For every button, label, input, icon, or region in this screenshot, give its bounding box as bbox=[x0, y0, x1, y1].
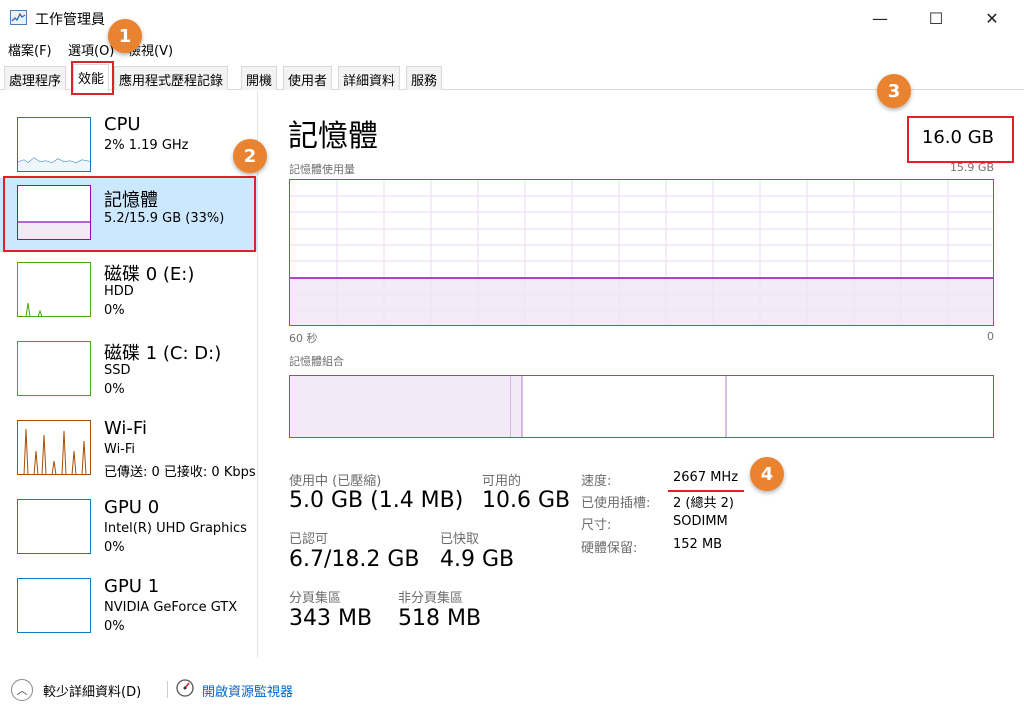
hardware-reserved-value: 152 MB bbox=[673, 537, 723, 552]
sidebar-item-name: 記憶體 bbox=[104, 190, 158, 211]
chevron-up-icon[interactable]: ︿ bbox=[11, 679, 33, 701]
speed-value: 2667 MHz bbox=[673, 470, 739, 485]
cached-value: 4.9 GB bbox=[440, 547, 515, 572]
memory-usage-graph bbox=[289, 179, 994, 326]
maximize-button[interactable]: ☐ bbox=[908, 0, 964, 36]
in-use-label: 使用中 (已壓縮) bbox=[289, 474, 382, 489]
paged-pool-value: 343 MB bbox=[289, 606, 373, 631]
sidebar-item-detail: HDD bbox=[104, 284, 134, 299]
sidebar-item-name: 磁碟 0 (E:) bbox=[104, 264, 195, 285]
sidebar-item-disk-0[interactable]: 磁碟 0 (E:) HDD 0% bbox=[0, 257, 257, 335]
tab-app-history[interactable]: 應用程式歷程記錄 bbox=[114, 66, 229, 90]
sidebar-item-usage: 0% bbox=[104, 619, 125, 634]
sidebar-item-name: CPU bbox=[104, 114, 141, 135]
form-factor-label: 尺寸: bbox=[581, 518, 612, 533]
tab-startup[interactable]: 開機 bbox=[241, 66, 278, 90]
wifi-thumbnail-graph bbox=[17, 420, 91, 475]
window-title: 工作管理員 bbox=[35, 12, 105, 28]
memory-composition-bar bbox=[289, 375, 994, 438]
sidebar-item-usage: 0% bbox=[104, 382, 125, 397]
sidebar-item-detail: NVIDIA GeForce GTX bbox=[104, 600, 238, 615]
sidebar-item-usage: 0% bbox=[104, 303, 125, 318]
sidebar-item-usage: 0% bbox=[104, 540, 125, 555]
axis-left-label: 60 秒 bbox=[289, 332, 318, 345]
composition-label: 記憶體組合 bbox=[289, 355, 344, 368]
sidebar-item-wifi[interactable]: Wi-Fi Wi-Fi 已傳送: 0 已接收: 0 Kbps bbox=[0, 415, 257, 493]
disk-1-thumbnail-graph bbox=[17, 341, 91, 396]
annotation-badge: 2 bbox=[233, 139, 267, 173]
sidebar-item-gpu-1[interactable]: GPU 1 NVIDIA GeForce GTX 0% bbox=[0, 573, 257, 651]
axis-right-label: 0 bbox=[987, 330, 994, 343]
sidebar-item-name: GPU 1 bbox=[104, 576, 160, 597]
resource-monitor-icon bbox=[176, 679, 194, 697]
sidebar-item-detail: 5.2/15.9 GB (33%) bbox=[104, 211, 225, 226]
divider bbox=[167, 681, 168, 698]
available-value: 10.6 GB bbox=[482, 488, 571, 513]
annotation-badge: 4 bbox=[750, 457, 784, 491]
annotation-badge: 1 bbox=[108, 19, 142, 53]
form-factor-value: SODIMM bbox=[673, 514, 728, 529]
available-label: 可用的 bbox=[482, 474, 522, 489]
tab-bar: 處理程序 效能 應用程式歷程記錄 開機 使用者 詳細資料 服務 bbox=[0, 64, 1024, 91]
close-button[interactable]: ✕ bbox=[964, 0, 1020, 36]
sidebar-item-gpu-0[interactable]: GPU 0 Intel(R) UHD Graphics 0% bbox=[0, 494, 257, 572]
tab-processes[interactable]: 處理程序 bbox=[4, 66, 67, 90]
tab-users[interactable]: 使用者 bbox=[283, 66, 333, 90]
speed-label: 速度: bbox=[581, 474, 612, 489]
tab-services[interactable]: 服務 bbox=[406, 66, 443, 90]
annotation-badge: 3 bbox=[877, 74, 911, 108]
sidebar-item-name: Wi-Fi bbox=[104, 418, 147, 439]
nonpaged-pool-label: 非分頁集區 bbox=[398, 591, 464, 606]
resource-list: CPU 2% 1.19 GHz 記憶體 5.2/15.9 GB (33%) 磁碟… bbox=[0, 91, 258, 657]
menu-file[interactable]: 檔案(F) bbox=[8, 40, 52, 59]
cpu-thumbnail-graph bbox=[17, 117, 91, 172]
sidebar-item-usage: 已傳送: 0 已接收: 0 Kbps bbox=[104, 465, 256, 480]
slots-value: 2 (總共 2) bbox=[673, 496, 734, 511]
nonpaged-pool-value: 518 MB bbox=[398, 606, 482, 631]
tab-details[interactable]: 詳細資料 bbox=[338, 66, 401, 90]
sidebar-item-memory[interactable]: 記憶體 5.2/15.9 GB (33%) bbox=[0, 178, 257, 252]
disk-0-thumbnail-graph bbox=[17, 262, 91, 317]
menu-bar: 檔案(F) 選項(O) 檢視(V) bbox=[0, 36, 1024, 60]
gpu-1-thumbnail-graph bbox=[17, 578, 91, 633]
sidebar-item-detail: Wi-Fi bbox=[104, 442, 136, 457]
memory-thumbnail-graph bbox=[17, 185, 91, 240]
total-memory: 16.0 GB bbox=[921, 127, 994, 148]
fewer-details-button[interactable]: 較少詳細資料(D) bbox=[43, 681, 141, 700]
committed-label: 已認可 bbox=[289, 532, 329, 547]
sidebar-item-detail: Intel(R) UHD Graphics bbox=[104, 521, 247, 536]
committed-value: 6.7/18.2 GB bbox=[289, 547, 420, 572]
hardware-reserved-label: 硬體保留: bbox=[581, 541, 638, 556]
sidebar-item-detail: 2% 1.19 GHz bbox=[104, 138, 189, 153]
highlight-underline-speed bbox=[668, 490, 744, 492]
minimize-button[interactable]: — bbox=[852, 0, 908, 36]
in-use-value: 5.0 GB (1.4 MB) bbox=[289, 488, 464, 513]
memory-details-panel: 記憶體 16.0 GB 記憶體使用量 15.9 GB 60 秒 0 記憶體組合 … bbox=[270, 91, 1024, 657]
slots-label: 已使用插槽: bbox=[581, 496, 651, 511]
menu-options[interactable]: 選項(O) bbox=[68, 40, 114, 59]
sidebar-item-name: 磁碟 1 (C: D:) bbox=[104, 343, 222, 364]
page-title: 記憶體 bbox=[288, 119, 378, 154]
sidebar-item-detail: SSD bbox=[104, 363, 131, 378]
usage-graph-max: 15.9 GB bbox=[949, 161, 994, 174]
sidebar-item-disk-1[interactable]: 磁碟 1 (C: D:) SSD 0% bbox=[0, 336, 257, 414]
gpu-0-thumbnail-graph bbox=[17, 499, 91, 554]
title-bar: 工作管理員 — ☐ ✕ bbox=[0, 0, 1024, 36]
task-manager-icon bbox=[10, 10, 27, 25]
sidebar-item-name: GPU 0 bbox=[104, 497, 160, 518]
bottom-bar: ︿ 較少詳細資料(D) 開啟資源監視器 bbox=[0, 657, 1024, 719]
usage-graph-label: 記憶體使用量 bbox=[289, 163, 355, 176]
cached-label: 已快取 bbox=[440, 532, 480, 547]
paged-pool-label: 分頁集區 bbox=[289, 591, 342, 606]
tab-performance[interactable]: 效能 bbox=[73, 64, 110, 91]
open-resource-monitor-link[interactable]: 開啟資源監視器 bbox=[202, 681, 293, 700]
